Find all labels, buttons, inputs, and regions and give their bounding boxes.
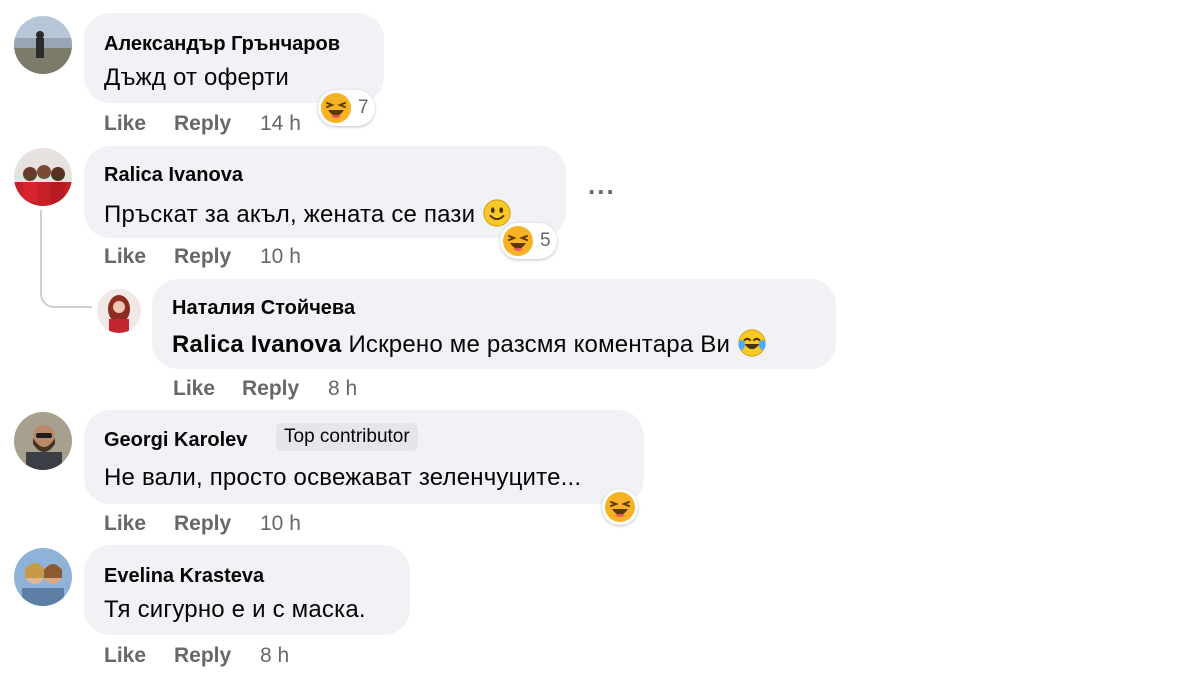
comments-section: Александър Грънчаров Дъжд от оферти 7 Li… (0, 0, 1200, 675)
comment-item: Evelina Krasteva Тя сигурно е и с маска.… (0, 0, 1200, 675)
comment-author[interactable]: Evelina Krasteva (104, 565, 264, 588)
comment-timestamp[interactable]: 8 h (260, 644, 289, 668)
comment-bubble: Evelina Krasteva Тя сигурно е и с маска. (84, 545, 410, 635)
like-button[interactable]: Like (104, 644, 146, 668)
avatar[interactable] (14, 548, 72, 606)
comment-text: Тя сигурно е и с маска. (104, 596, 366, 623)
reply-button[interactable]: Reply (174, 644, 231, 668)
